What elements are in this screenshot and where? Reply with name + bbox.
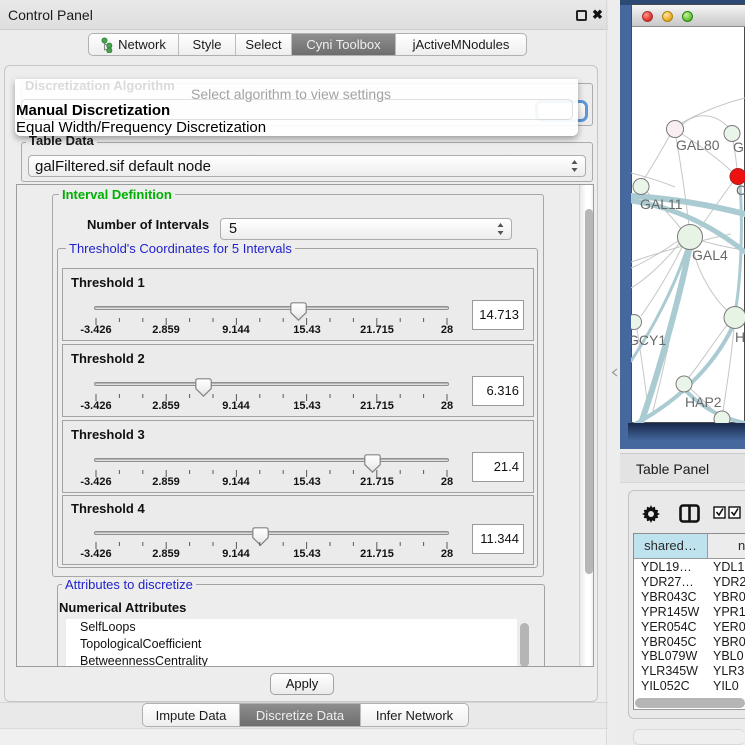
svg-text:H: H [735,329,745,345]
svg-text:GAL11: GAL11 [640,196,683,212]
svg-text:C: C [736,182,745,198]
svg-text:GCY1: GCY1 [631,332,666,348]
svg-text:GAL4: GAL4 [692,247,728,263]
svg-text:G: G [733,139,744,155]
svg-text:GAL80: GAL80 [676,137,720,153]
svg-text:HAP2: HAP2 [685,394,722,410]
